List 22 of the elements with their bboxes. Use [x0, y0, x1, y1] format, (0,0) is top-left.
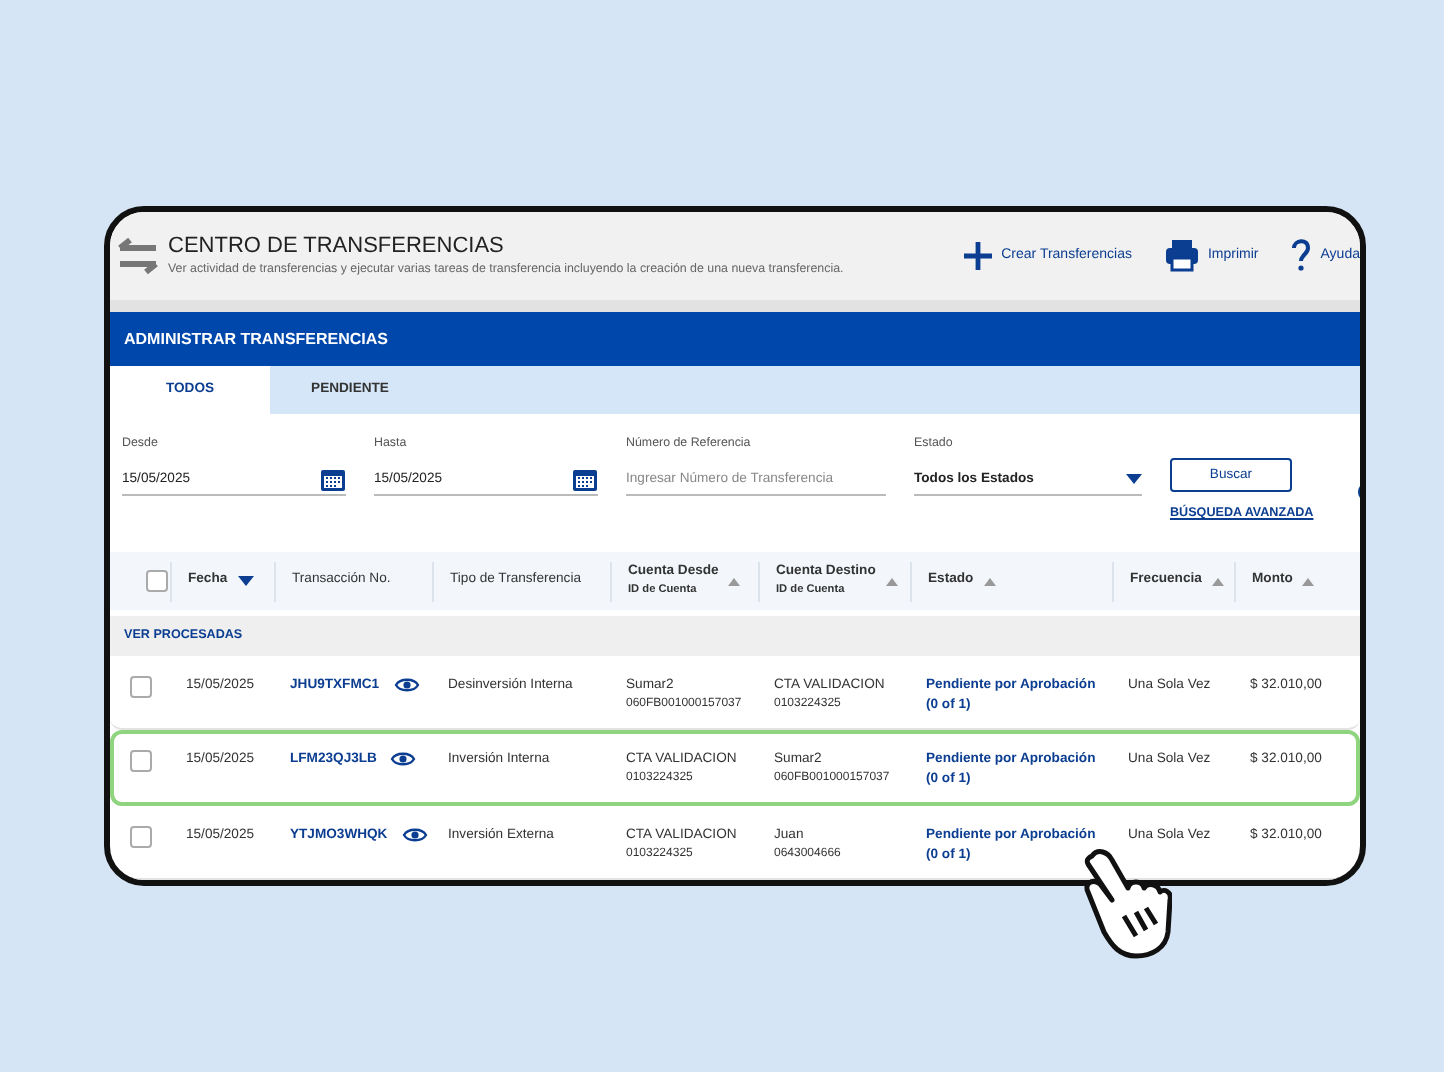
- sort-descending-icon[interactable]: [237, 576, 254, 587]
- caret-icon: [1126, 474, 1142, 485]
- sort-icon[interactable]: [983, 577, 996, 586]
- plus-icon: [961, 239, 994, 272]
- transfer-arrows-icon: [114, 233, 162, 278]
- sort-icon[interactable]: [728, 577, 741, 586]
- row-checkbox[interactable]: [130, 750, 152, 773]
- eye-icon[interactable]: [401, 825, 428, 844]
- sort-icon[interactable]: [1211, 577, 1224, 586]
- sort-icon[interactable]: [1302, 577, 1315, 586]
- sort-icon[interactable]: [885, 577, 898, 586]
- page-title: CENTRO DE TRANSFERENCIAS: [168, 233, 506, 260]
- calendar-icon: [572, 467, 598, 492]
- select-all-checkbox[interactable]: [146, 570, 168, 593]
- calendar-icon: [320, 467, 346, 492]
- eye-icon[interactable]: [393, 675, 420, 694]
- eye-icon[interactable]: [390, 750, 417, 769]
- row-checkbox[interactable]: [130, 675, 152, 698]
- printer-icon: [1163, 238, 1200, 273]
- section-title: ADMINISTRAR TRANSFERENCIAS: [110, 312, 1360, 367]
- help-icon: [1290, 238, 1313, 273]
- row-checkbox[interactable]: [130, 825, 152, 848]
